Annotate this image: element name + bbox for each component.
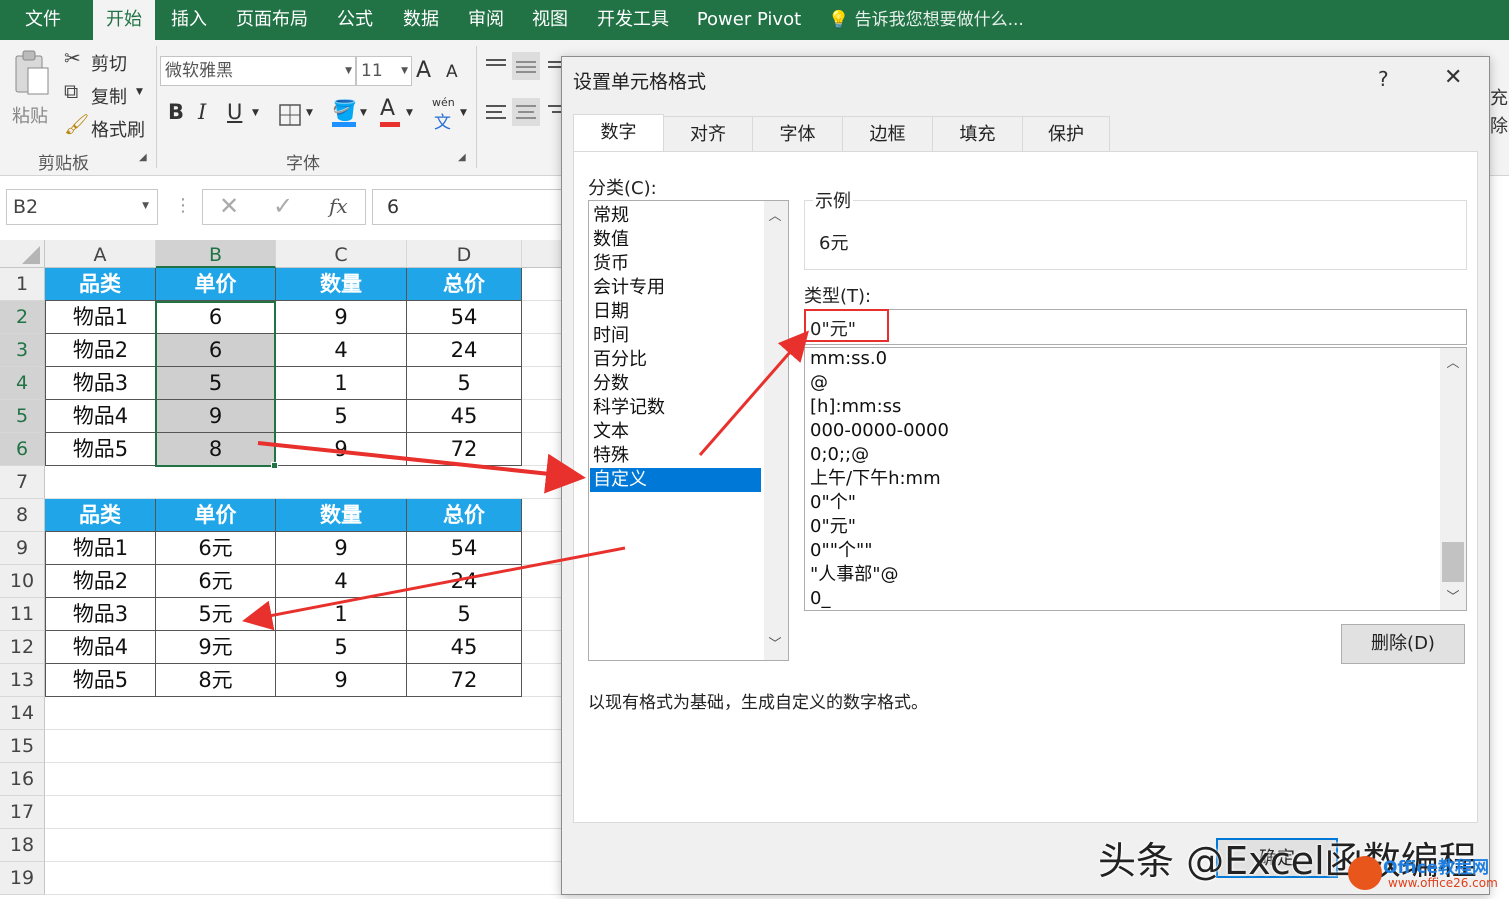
arrow-to-custom-category	[257, 441, 586, 494]
office-logo-icon	[1348, 856, 1382, 890]
arrow-to-type-input	[698, 330, 809, 456]
arrow-to-result-table	[242, 546, 626, 631]
logo-url: www.office26.com	[1388, 876, 1498, 890]
annotation-arrows	[242, 330, 809, 631]
logo-name: Office教程网	[1383, 858, 1490, 878]
